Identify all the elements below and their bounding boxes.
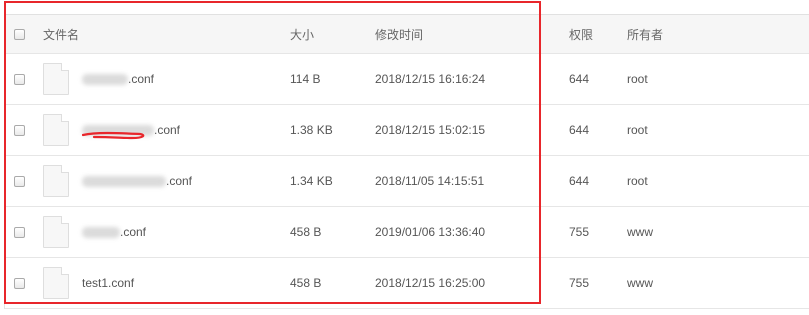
table-row[interactable]: test1.conf 458 B 2018/12/15 16:25:00 755…: [5, 257, 809, 309]
select-all-checkbox[interactable]: [14, 28, 25, 40]
file-size: 1.34 KB: [290, 174, 333, 188]
file-permissions[interactable]: 644: [569, 54, 589, 104]
file-modified: 2018/12/15 16:25:00: [375, 276, 486, 290]
file-name[interactable]: .conf: [82, 123, 181, 140]
table-row[interactable]: .conf 1.38 KB 2018/12/15 15:02:15 644 ro…: [5, 104, 809, 155]
column-size[interactable]: 大小: [290, 15, 314, 53]
file-modified: 2018/12/15 16:16:24: [375, 72, 486, 86]
table-row[interactable]: .conf 114 B 2018/12/15 16:16:24 644 root: [5, 53, 809, 104]
row-checkbox[interactable]: [14, 277, 25, 289]
file-name[interactable]: test1.conf: [82, 276, 134, 290]
row-checkbox[interactable]: [14, 175, 25, 187]
file-permissions[interactable]: 755: [569, 258, 589, 308]
file-icon: [43, 165, 69, 197]
file-owner[interactable]: root: [627, 156, 648, 206]
file-icon: [43, 63, 69, 95]
table-row[interactable]: .conf 458 B 2019/01/06 13:36:40 755 www: [5, 206, 809, 257]
file-owner[interactable]: root: [627, 105, 648, 155]
file-icon: [43, 267, 69, 299]
table-row[interactable]: .conf 1.34 KB 2018/11/05 14:15:51 644 ro…: [5, 155, 809, 206]
file-name-text: .conf: [120, 225, 147, 239]
redaction-scribble: [82, 131, 145, 140]
file-permissions[interactable]: 644: [569, 156, 589, 206]
row-checkbox[interactable]: [14, 73, 25, 85]
file-icon: [43, 216, 69, 248]
file-size: 1.38 KB: [290, 123, 333, 137]
file-name-text: .conf: [166, 174, 193, 188]
file-size: 458 B: [290, 276, 322, 290]
file-permissions[interactable]: 644: [569, 105, 589, 155]
file-name[interactable]: .conf: [82, 72, 154, 86]
file-permissions[interactable]: 755: [569, 207, 589, 257]
column-modified[interactable]: 修改时间: [375, 15, 423, 53]
file-name[interactable]: .conf: [82, 225, 146, 239]
file-name[interactable]: .conf: [82, 174, 192, 188]
table-header: 文件名 大小 修改时间 权限 所有者: [5, 14, 809, 53]
file-modified: 2018/12/15 15:02:15: [375, 123, 486, 137]
column-owner[interactable]: 所有者: [627, 15, 663, 53]
file-modified: 2018/11/05 14:15:51: [375, 174, 485, 188]
redacted-name: [82, 226, 120, 238]
redacted-name: [82, 175, 166, 187]
row-checkbox[interactable]: [14, 226, 25, 238]
file-name-text: .conf: [128, 72, 155, 86]
file-icon: [43, 114, 69, 146]
column-permissions[interactable]: 权限: [569, 15, 593, 53]
file-owner[interactable]: root: [627, 54, 648, 104]
file-modified: 2019/01/06 13:36:40: [375, 225, 486, 239]
file-owner[interactable]: www: [627, 258, 653, 308]
file-name-text: test1.conf: [82, 276, 135, 290]
file-table: 文件名 大小 修改时间 权限 所有者 .conf 114 B 2018/12/1…: [4, 14, 809, 309]
column-name[interactable]: 文件名: [43, 15, 79, 53]
row-checkbox[interactable]: [14, 124, 25, 136]
file-size: 458 B: [290, 225, 322, 239]
file-owner[interactable]: www: [627, 207, 653, 257]
file-name-text: .conf: [154, 123, 181, 137]
redacted-name: [82, 73, 128, 85]
file-size: 114 B: [290, 72, 321, 86]
